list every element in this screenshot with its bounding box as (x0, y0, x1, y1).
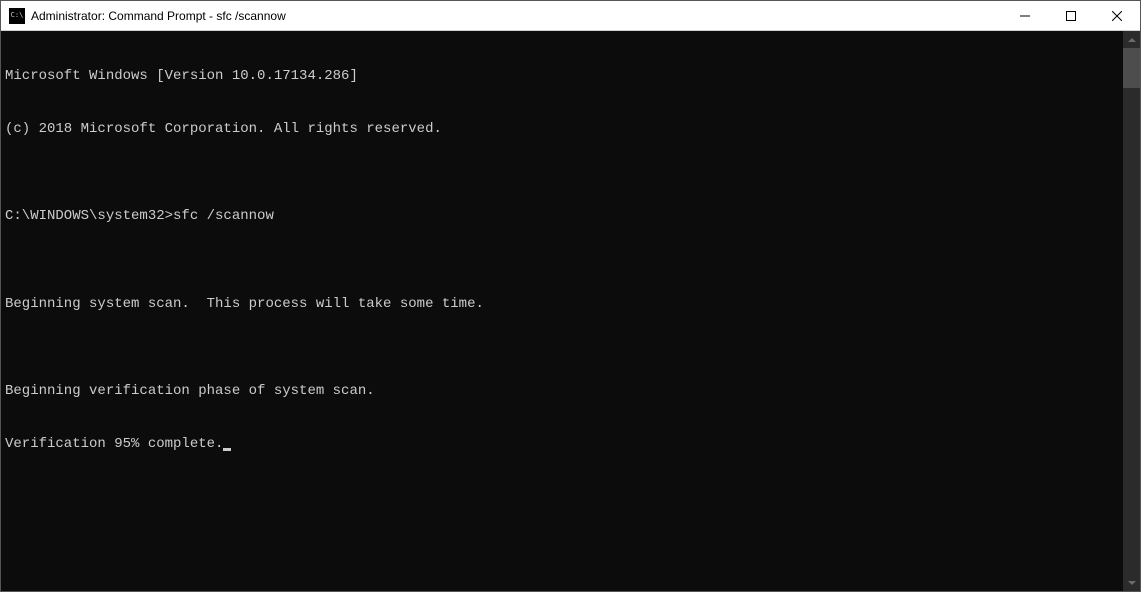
command-prompt-window: Administrator: Command Prompt - sfc /sca… (0, 0, 1141, 592)
window-title: Administrator: Command Prompt - sfc /sca… (31, 9, 1002, 23)
terminal-line: Beginning verification phase of system s… (5, 383, 1119, 401)
titlebar[interactable]: Administrator: Command Prompt - sfc /sca… (1, 1, 1140, 31)
terminal-output[interactable]: Microsoft Windows [Version 10.0.17134.28… (1, 31, 1123, 591)
scroll-up-icon[interactable] (1123, 31, 1140, 48)
window-controls (1002, 1, 1140, 30)
window-body: Microsoft Windows [Version 10.0.17134.28… (1, 31, 1140, 591)
terminal-line: C:\WINDOWS\system32>sfc /scannow (5, 208, 1119, 226)
terminal-line: Microsoft Windows [Version 10.0.17134.28… (5, 68, 1119, 86)
close-button[interactable] (1094, 1, 1140, 30)
terminal-line: (c) 2018 Microsoft Corporation. All righ… (5, 121, 1119, 139)
minimize-button[interactable] (1002, 1, 1048, 30)
terminal-line: Verification 95% complete. (5, 436, 1119, 454)
command-prompt-icon (9, 8, 25, 24)
scrollbar-thumb[interactable] (1123, 48, 1140, 88)
maximize-button[interactable] (1048, 1, 1094, 30)
scroll-down-icon[interactable] (1123, 574, 1140, 591)
cursor-icon (223, 448, 231, 451)
vertical-scrollbar[interactable] (1123, 31, 1140, 591)
terminal-line: Beginning system scan. This process will… (5, 296, 1119, 314)
